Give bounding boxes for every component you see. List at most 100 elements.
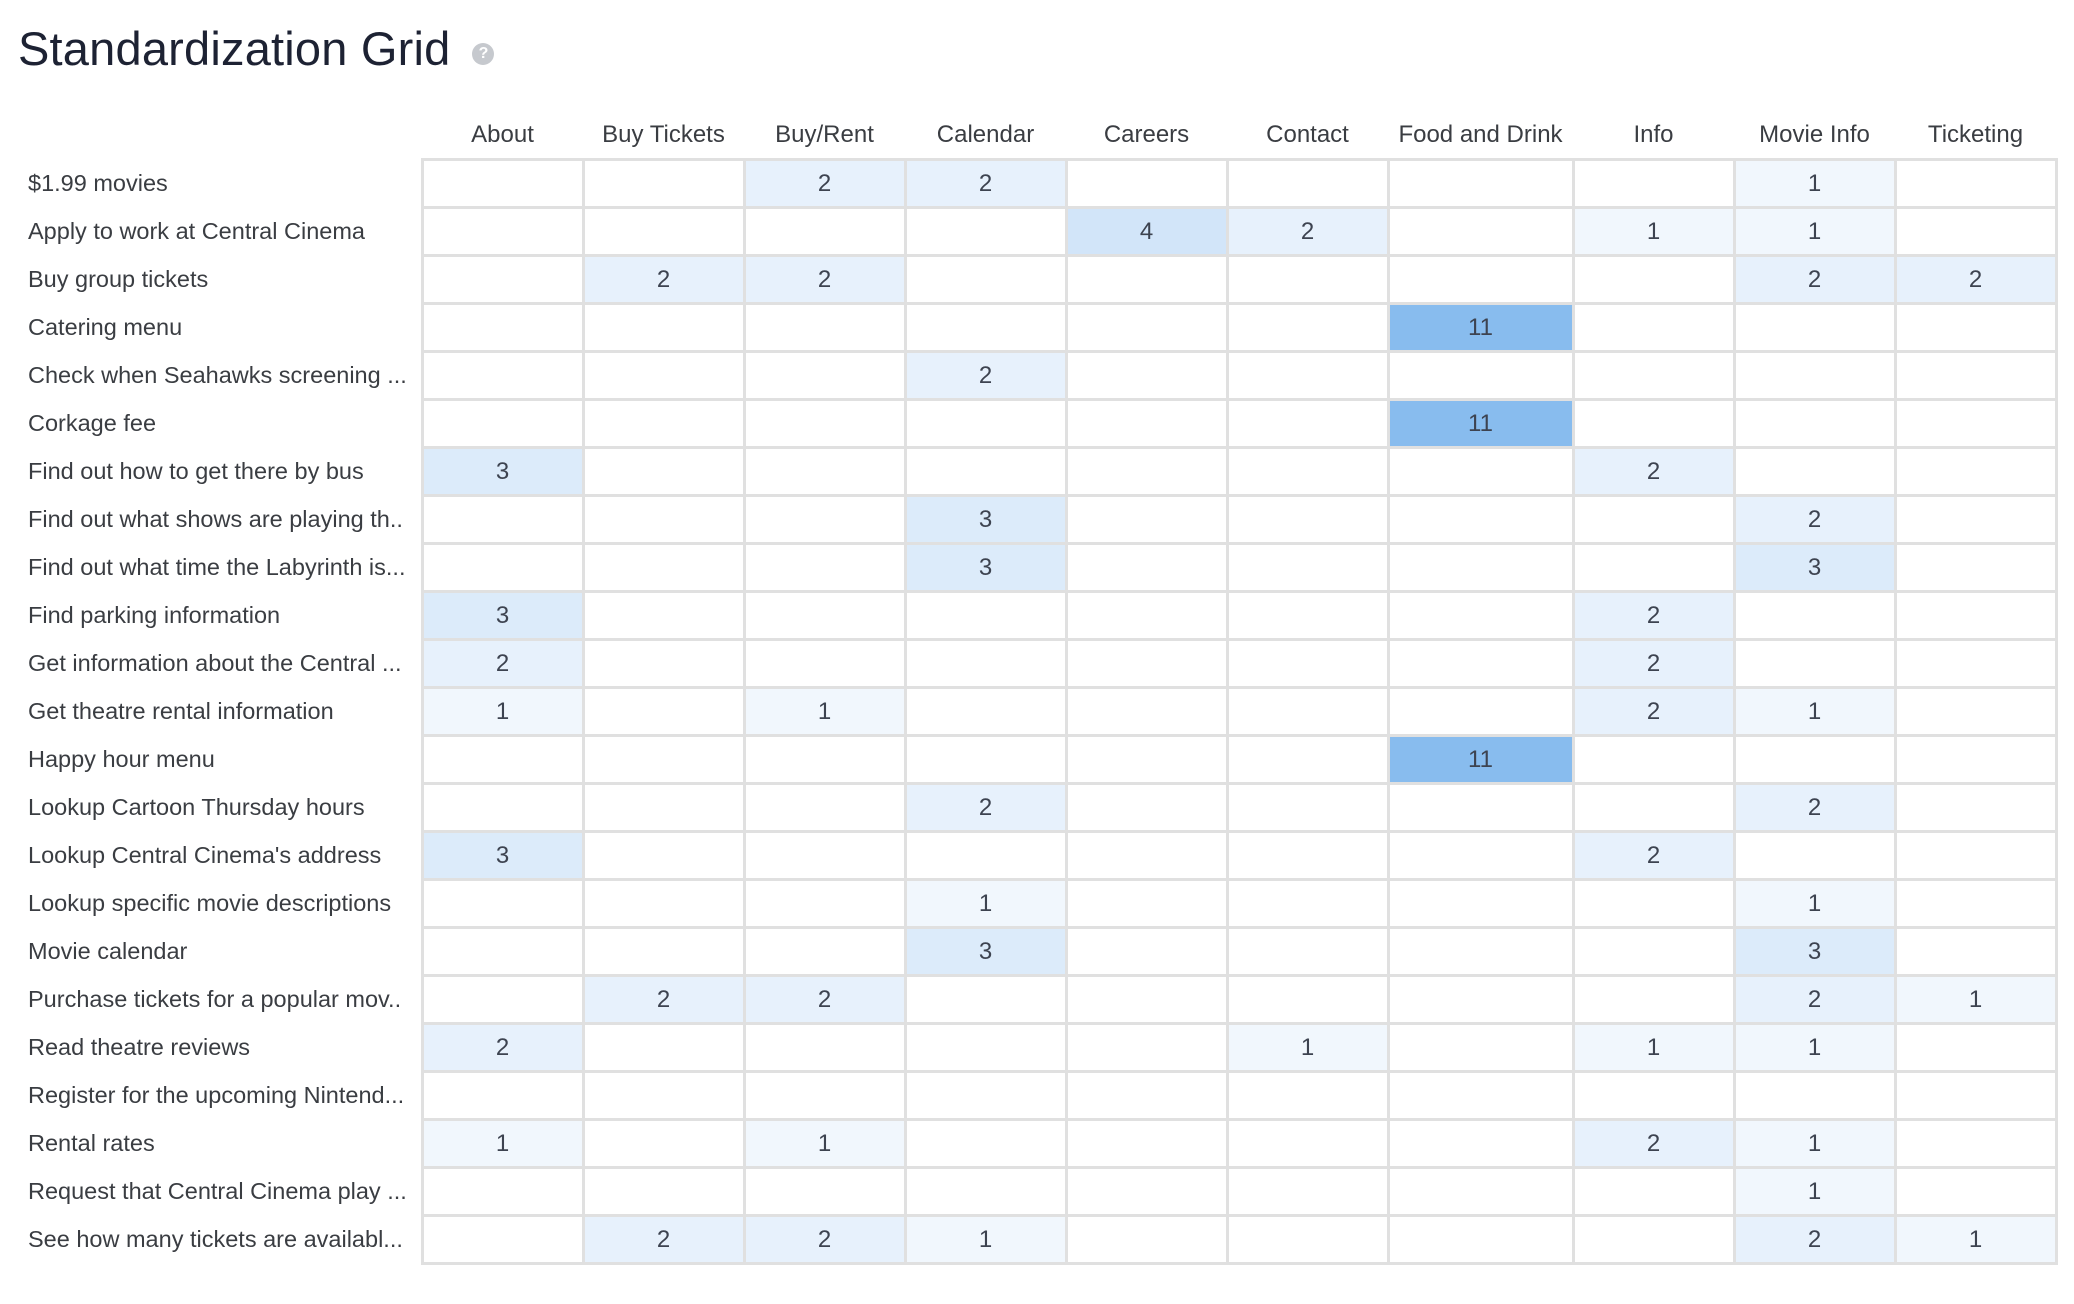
grid-cell-about[interactable]: 1	[420, 1118, 585, 1169]
grid-cell-careers[interactable]	[1064, 1070, 1229, 1121]
grid-cell-info[interactable]: 2	[1571, 590, 1736, 641]
grid-cell-buy-tickets[interactable]	[581, 590, 746, 641]
grid-cell-ticketing[interactable]	[1893, 158, 2058, 209]
grid-cell-movie-info[interactable]	[1732, 1070, 1897, 1121]
grid-cell-food-and-drink[interactable]	[1386, 974, 1575, 1025]
grid-cell-about[interactable]	[420, 878, 585, 929]
grid-cell-careers[interactable]	[1064, 734, 1229, 785]
grid-cell-contact[interactable]	[1225, 1214, 1390, 1265]
grid-cell-movie-info[interactable]: 3	[1732, 542, 1897, 593]
grid-cell-contact[interactable]	[1225, 830, 1390, 881]
grid-cell-ticketing[interactable]	[1893, 1022, 2058, 1073]
grid-cell-careers[interactable]	[1064, 254, 1229, 305]
grid-cell-info[interactable]	[1571, 254, 1736, 305]
grid-cell-contact[interactable]	[1225, 1166, 1390, 1217]
grid-cell-info[interactable]: 2	[1571, 446, 1736, 497]
grid-cell-ticketing[interactable]	[1893, 686, 2058, 737]
grid-cell-buy-tickets[interactable]	[581, 926, 746, 977]
grid-cell-info[interactable]: 2	[1571, 830, 1736, 881]
grid-cell-food-and-drink[interactable]	[1386, 1118, 1575, 1169]
grid-cell-food-and-drink[interactable]	[1386, 1070, 1575, 1121]
grid-cell-ticketing[interactable]	[1893, 590, 2058, 641]
grid-cell-careers[interactable]	[1064, 446, 1229, 497]
grid-cell-buy-rent[interactable]	[742, 446, 907, 497]
grid-cell-contact[interactable]: 1	[1225, 1022, 1390, 1073]
grid-cell-careers[interactable]	[1064, 398, 1229, 449]
grid-cell-about[interactable]	[420, 494, 585, 545]
grid-cell-ticketing[interactable]	[1893, 830, 2058, 881]
grid-cell-contact[interactable]	[1225, 1070, 1390, 1121]
grid-cell-about[interactable]: 1	[420, 686, 585, 737]
grid-cell-contact[interactable]	[1225, 446, 1390, 497]
grid-cell-calendar[interactable]	[903, 302, 1068, 353]
grid-cell-ticketing[interactable]	[1893, 1166, 2058, 1217]
grid-cell-movie-info[interactable]: 2	[1732, 254, 1897, 305]
grid-cell-calendar[interactable]: 2	[903, 782, 1068, 833]
grid-cell-careers[interactable]	[1064, 1022, 1229, 1073]
grid-cell-about[interactable]	[420, 350, 585, 401]
grid-cell-buy-rent[interactable]	[742, 878, 907, 929]
grid-cell-careers[interactable]	[1064, 638, 1229, 689]
grid-cell-food-and-drink[interactable]	[1386, 206, 1575, 257]
grid-cell-buy-rent[interactable]: 1	[742, 1118, 907, 1169]
grid-cell-ticketing[interactable]	[1893, 398, 2058, 449]
grid-cell-contact[interactable]	[1225, 398, 1390, 449]
grid-cell-calendar[interactable]	[903, 830, 1068, 881]
grid-cell-movie-info[interactable]	[1732, 590, 1897, 641]
grid-cell-buy-tickets[interactable]	[581, 398, 746, 449]
grid-cell-about[interactable]	[420, 254, 585, 305]
grid-cell-movie-info[interactable]: 1	[1732, 158, 1897, 209]
grid-cell-movie-info[interactable]: 1	[1732, 206, 1897, 257]
grid-cell-movie-info[interactable]	[1732, 302, 1897, 353]
grid-cell-calendar[interactable]	[903, 254, 1068, 305]
grid-cell-about[interactable]: 2	[420, 1022, 585, 1073]
grid-cell-info[interactable]: 2	[1571, 638, 1736, 689]
grid-cell-info[interactable]	[1571, 782, 1736, 833]
grid-cell-about[interactable]: 3	[420, 446, 585, 497]
grid-cell-food-and-drink[interactable]	[1386, 878, 1575, 929]
grid-cell-buy-rent[interactable]	[742, 542, 907, 593]
grid-cell-ticketing[interactable]	[1893, 350, 2058, 401]
grid-cell-contact[interactable]	[1225, 302, 1390, 353]
grid-cell-about[interactable]	[420, 302, 585, 353]
grid-cell-buy-rent[interactable]	[742, 590, 907, 641]
grid-cell-careers[interactable]	[1064, 1118, 1229, 1169]
grid-cell-about[interactable]	[420, 782, 585, 833]
grid-cell-buy-tickets[interactable]: 2	[581, 1214, 746, 1265]
grid-cell-calendar[interactable]: 3	[903, 926, 1068, 977]
grid-cell-buy-tickets[interactable]	[581, 350, 746, 401]
grid-cell-buy-rent[interactable]: 2	[742, 254, 907, 305]
grid-cell-calendar[interactable]	[903, 1022, 1068, 1073]
grid-cell-calendar[interactable]	[903, 446, 1068, 497]
grid-cell-movie-info[interactable]	[1732, 734, 1897, 785]
grid-cell-buy-rent[interactable]	[742, 926, 907, 977]
grid-cell-ticketing[interactable]	[1893, 1118, 2058, 1169]
grid-cell-info[interactable]	[1571, 494, 1736, 545]
grid-cell-careers[interactable]	[1064, 158, 1229, 209]
grid-cell-movie-info[interactable]: 1	[1732, 1166, 1897, 1217]
grid-cell-buy-tickets[interactable]	[581, 638, 746, 689]
grid-cell-about[interactable]	[420, 974, 585, 1025]
grid-cell-careers[interactable]	[1064, 302, 1229, 353]
grid-cell-buy-tickets[interactable]	[581, 686, 746, 737]
grid-cell-calendar[interactable]	[903, 638, 1068, 689]
grid-cell-contact[interactable]	[1225, 254, 1390, 305]
grid-cell-calendar[interactable]	[903, 974, 1068, 1025]
grid-cell-food-and-drink[interactable]	[1386, 686, 1575, 737]
grid-cell-calendar[interactable]	[903, 1118, 1068, 1169]
grid-cell-careers[interactable]	[1064, 974, 1229, 1025]
grid-cell-about[interactable]	[420, 542, 585, 593]
grid-cell-careers[interactable]	[1064, 590, 1229, 641]
grid-cell-food-and-drink[interactable]	[1386, 590, 1575, 641]
grid-cell-calendar[interactable]: 1	[903, 878, 1068, 929]
grid-cell-about[interactable]	[420, 926, 585, 977]
grid-cell-info[interactable]: 2	[1571, 1118, 1736, 1169]
grid-cell-buy-tickets[interactable]	[581, 878, 746, 929]
grid-cell-contact[interactable]	[1225, 734, 1390, 785]
grid-cell-careers[interactable]	[1064, 782, 1229, 833]
grid-cell-buy-rent[interactable]	[742, 782, 907, 833]
grid-cell-info[interactable]	[1571, 398, 1736, 449]
grid-cell-calendar[interactable]	[903, 590, 1068, 641]
grid-cell-careers[interactable]	[1064, 1166, 1229, 1217]
grid-cell-about[interactable]: 3	[420, 830, 585, 881]
